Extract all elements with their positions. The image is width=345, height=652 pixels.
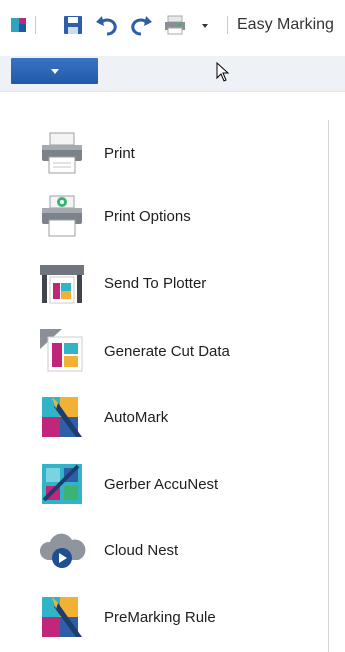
toolbar-separator [227, 16, 228, 34]
save-icon[interactable] [62, 14, 84, 36]
cut-data-icon [38, 327, 86, 375]
menu-item-print[interactable]: Print [38, 124, 328, 182]
mouse-cursor-icon [216, 61, 230, 87]
customize-dropdown-icon[interactable] [200, 14, 210, 36]
menu-item-send-to-plotter[interactable]: Send To Plotter [38, 254, 328, 312]
print-icon[interactable] [163, 14, 187, 36]
automark-icon [38, 393, 86, 441]
menu-item-label: Print Options [104, 207, 191, 225]
menu-item-automark[interactable]: AutoMark [38, 388, 328, 446]
menu-item-premarking-rule[interactable]: PreMarking Rule [38, 588, 328, 646]
cloud-nest-icon [38, 526, 86, 574]
quick-access-toolbar: Easy Marking [0, 0, 345, 56]
plotter-icon [38, 259, 86, 307]
menu-item-label: Print [104, 144, 135, 162]
premarking-rule-icon [38, 593, 86, 641]
menu-item-label: Generate Cut Data [104, 342, 230, 360]
menu-divider [328, 120, 329, 652]
menu-item-label: AutoMark [104, 408, 169, 426]
menu-item-cloud-nest[interactable]: Cloud Nest [38, 521, 328, 579]
toolbar-separator [35, 16, 36, 34]
print-options-icon [38, 192, 86, 240]
menu-item-label: PreMarking Rule [104, 608, 216, 626]
undo-icon[interactable] [95, 14, 119, 36]
redo-icon[interactable] [129, 14, 153, 36]
menu-item-label: Send To Plotter [104, 274, 207, 292]
file-menu-button[interactable] [11, 58, 98, 84]
menu-item-label: Gerber AccuNest [104, 475, 219, 493]
menu-item-label: Cloud Nest [104, 541, 179, 559]
menu-item-gerber-accunest[interactable]: Gerber AccuNest [38, 455, 328, 513]
printer-icon [38, 129, 86, 177]
menu-item-generate-cut-data[interactable]: Generate Cut Data [38, 322, 328, 380]
accunest-icon [38, 460, 86, 508]
window-title: Easy Marking [237, 16, 334, 33]
menu-item-print-options[interactable]: Print Options [38, 187, 328, 245]
app-logo-icon[interactable] [10, 14, 30, 36]
chevron-down-icon [50, 68, 59, 74]
